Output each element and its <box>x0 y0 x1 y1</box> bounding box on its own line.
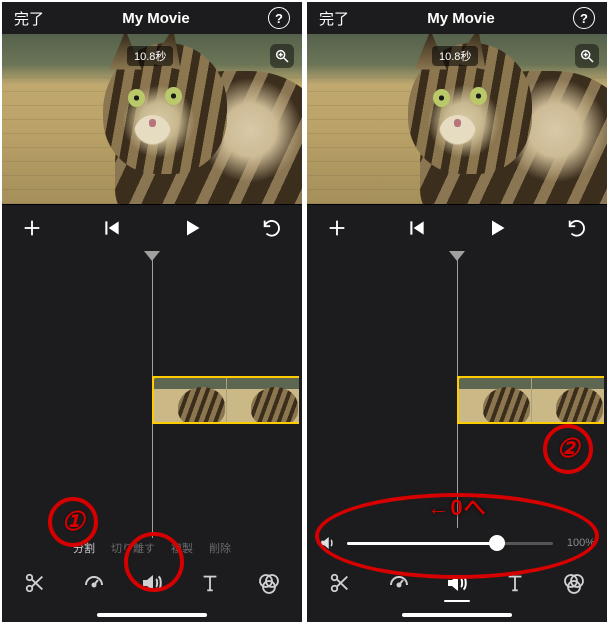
skip-back-icon[interactable] <box>405 216 429 240</box>
help-icon[interactable]: ? <box>268 7 290 29</box>
speed-icon[interactable] <box>75 564 113 602</box>
clip-thumbnail <box>154 378 226 422</box>
project-title: My Movie <box>427 10 495 27</box>
zoom-icon[interactable] <box>270 44 294 68</box>
done-button[interactable]: 完了 <box>319 8 349 29</box>
clip-thumbnail <box>226 378 299 422</box>
timeline-area[interactable] <box>2 251 302 538</box>
transport-bar <box>307 204 607 251</box>
scissors-icon[interactable] <box>16 564 54 602</box>
annotation-step-2: ② <box>543 424 593 474</box>
duration-badge: 10.8秒 <box>432 46 478 66</box>
undo-icon[interactable] <box>565 216 589 240</box>
action-delete[interactable]: 削除 <box>209 540 231 556</box>
timeline-clip[interactable] <box>152 376 299 424</box>
scissors-icon[interactable] <box>321 564 359 602</box>
preview-area[interactable]: 10.8秒 <box>2 34 302 204</box>
timeline-clip[interactable] <box>457 376 604 424</box>
annotation-slider-hint: ←0へ <box>427 490 486 522</box>
project-title: My Movie <box>122 10 190 27</box>
play-icon[interactable] <box>180 216 204 240</box>
preview-area[interactable]: 10.8秒 <box>307 34 607 204</box>
clip-thumbnail <box>459 378 531 422</box>
phone-screen-right: 完了 My Movie ? 10.8秒 <box>307 2 607 622</box>
done-button[interactable]: 完了 <box>14 8 44 29</box>
add-icon[interactable] <box>20 216 44 240</box>
home-indicator[interactable] <box>307 608 607 622</box>
header-bar: 完了 My Movie ? <box>2 2 302 34</box>
clip-thumbnail <box>531 378 604 422</box>
text-icon[interactable] <box>191 564 229 602</box>
undo-icon[interactable] <box>260 216 284 240</box>
home-indicator[interactable] <box>2 608 302 622</box>
zoom-icon[interactable] <box>575 44 599 68</box>
play-icon[interactable] <box>485 216 509 240</box>
annotation-ring-volume <box>124 532 184 592</box>
transport-bar <box>2 204 302 251</box>
filters-icon[interactable] <box>555 564 593 602</box>
help-icon[interactable]: ? <box>573 7 595 29</box>
header-bar: 完了 My Movie ? <box>307 2 607 34</box>
annotation-step-1: ① <box>48 497 98 547</box>
phone-screen-left: 完了 My Movie ? 10.8秒 <box>2 2 302 622</box>
add-icon[interactable] <box>325 216 349 240</box>
filters-icon[interactable] <box>250 564 288 602</box>
duration-badge: 10.8秒 <box>127 46 173 66</box>
timeline-area[interactable] <box>307 251 607 528</box>
skip-back-icon[interactable] <box>100 216 124 240</box>
